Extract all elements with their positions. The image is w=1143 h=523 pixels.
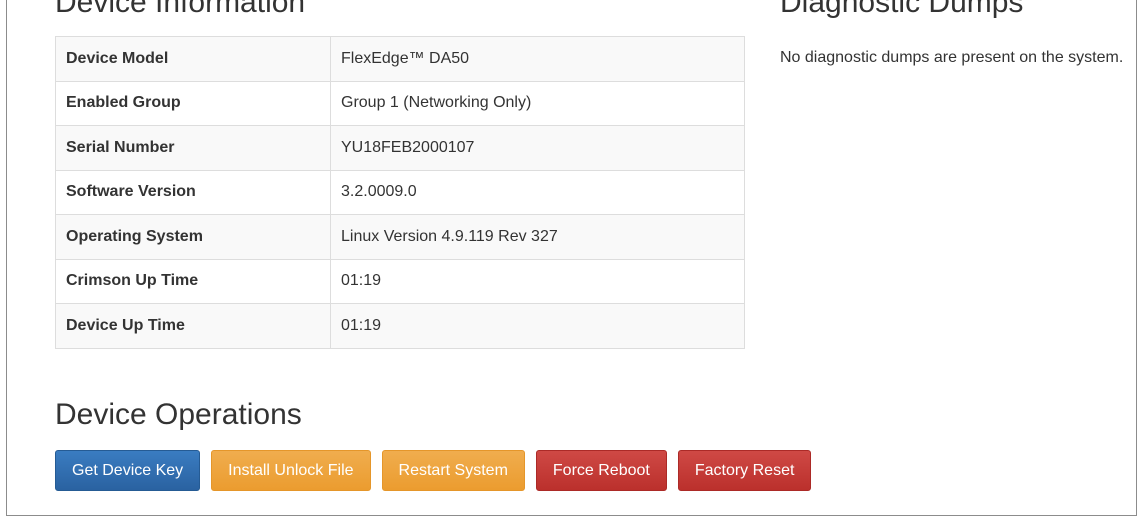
factory-reset-button[interactable]: Factory Reset: [677, 450, 812, 491]
content-frame: Device Information Diagnostic Dumps Devi…: [6, 0, 1137, 516]
table-row: Operating System Linux Version 4.9.119 R…: [55, 214, 745, 260]
table-row: Software Version 3.2.0009.0: [55, 169, 745, 215]
table-row: Serial Number YU18FEB2000107: [55, 125, 745, 171]
install-unlock-file-button[interactable]: Install Unlock File: [211, 450, 371, 491]
table-row: Crimson Up Time 01:19: [55, 258, 745, 304]
device-operations-heading: Device Operations: [55, 398, 302, 431]
row-value: Group 1 (Networking Only): [330, 80, 745, 126]
row-label: Serial Number: [55, 125, 331, 171]
get-device-key-button[interactable]: Get Device Key: [55, 450, 201, 491]
device-operations-toolbar: Get Device Key Install Unlock File Resta…: [55, 450, 812, 491]
row-label: Software Version: [55, 169, 331, 215]
row-label: Operating System: [55, 214, 331, 260]
diagnostic-dumps-heading: Diagnostic Dumps: [780, 0, 1024, 19]
row-value: YU18FEB2000107: [330, 125, 745, 171]
row-label: Crimson Up Time: [55, 258, 331, 304]
row-label: Device Up Time: [55, 303, 331, 349]
row-value: 01:19: [330, 303, 745, 349]
restart-system-button[interactable]: Restart System: [381, 450, 525, 491]
row-value: Linux Version 4.9.119 Rev 327: [330, 214, 745, 260]
row-value: 01:19: [330, 258, 745, 304]
device-info-table: Device Model FlexEdge™ DA50 Enabled Grou…: [55, 36, 745, 349]
row-value: 3.2.0009.0: [330, 169, 745, 215]
device-information-heading: Device Information: [55, 0, 306, 19]
row-label: Enabled Group: [55, 80, 331, 126]
table-row: Device Model FlexEdge™ DA50: [55, 36, 745, 82]
diagnostic-dumps-message: No diagnostic dumps are present on the s…: [780, 49, 1124, 66]
row-value: FlexEdge™ DA50: [330, 36, 745, 82]
force-reboot-button[interactable]: Force Reboot: [535, 450, 667, 491]
table-row: Enabled Group Group 1 (Networking Only): [55, 80, 745, 126]
row-label: Device Model: [55, 36, 331, 82]
table-row: Device Up Time 01:19: [55, 303, 745, 349]
